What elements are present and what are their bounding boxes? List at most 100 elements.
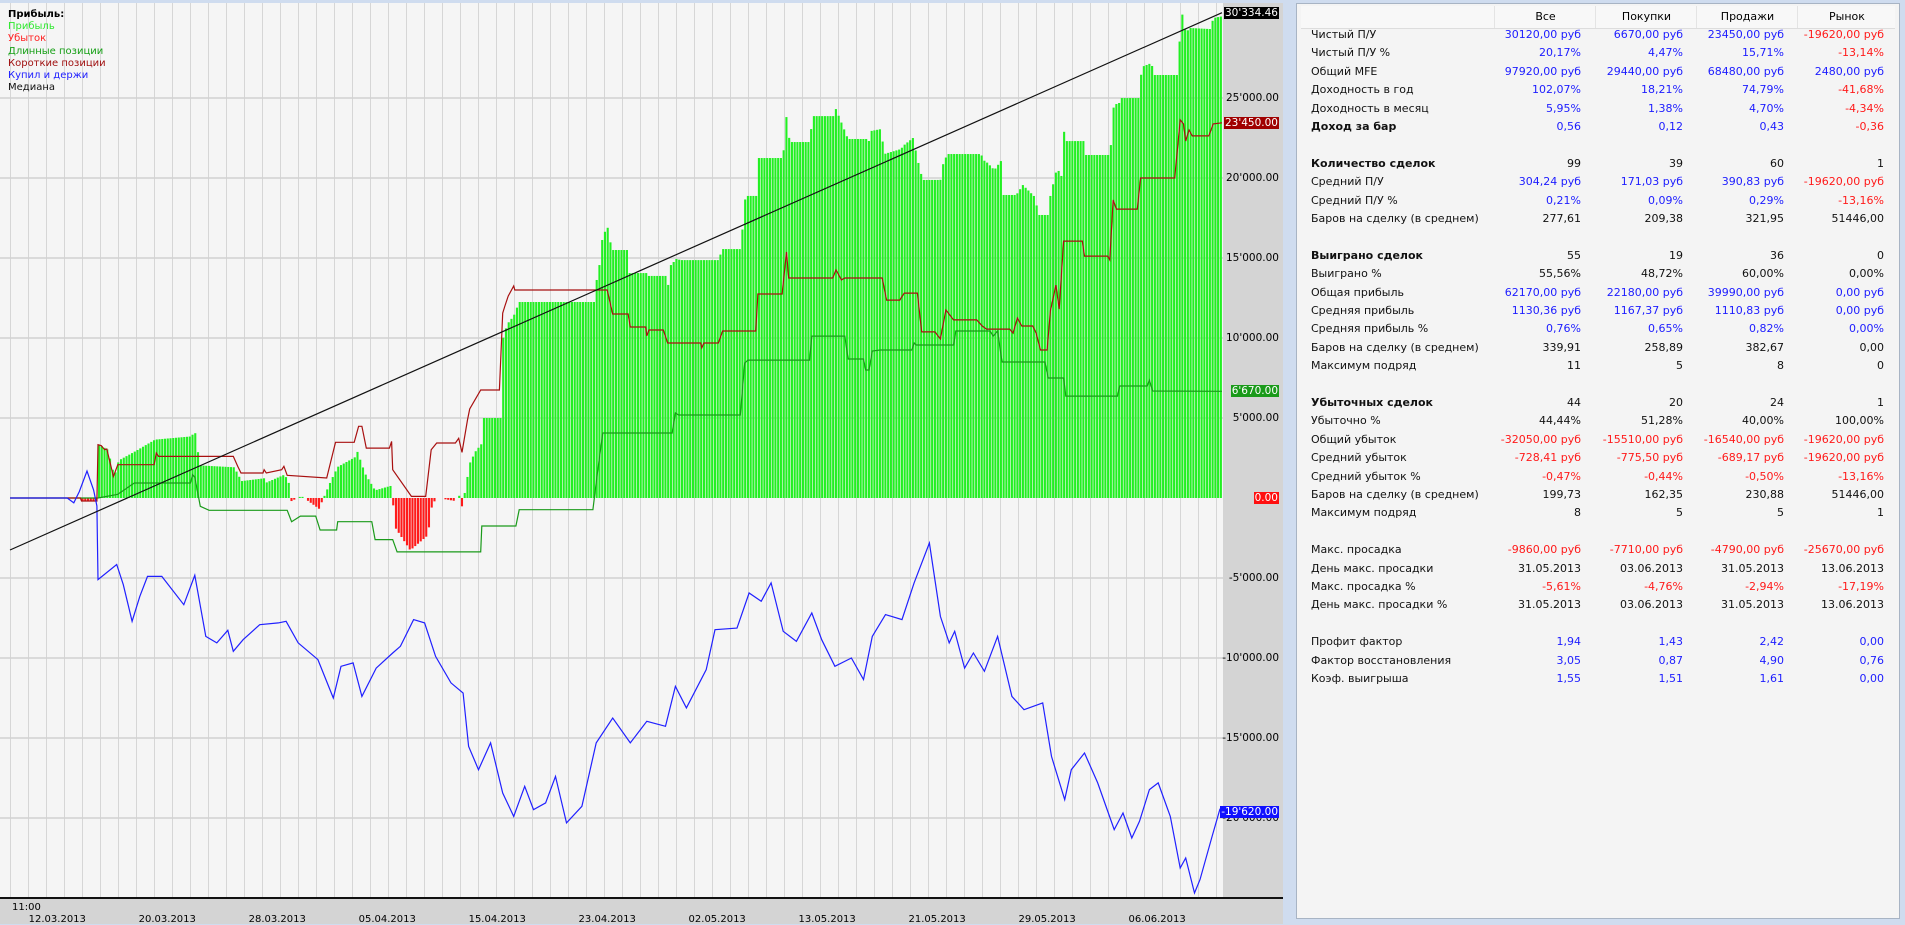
cell-value: 0,00 руб	[1835, 285, 1884, 299]
cell-value: 31.05.2013	[1721, 598, 1784, 612]
cell-value: -4790,00 руб	[1710, 543, 1784, 557]
profit-bar	[683, 260, 686, 498]
profit-bar	[647, 275, 650, 498]
profit-bar	[856, 138, 859, 498]
profit-bar	[1126, 98, 1129, 498]
profit-bar	[763, 158, 766, 498]
profit-bar	[1131, 98, 1134, 498]
profit-bar	[1112, 107, 1115, 498]
row-label: Баров на сделку (в среднем)	[1311, 212, 1479, 225]
profit-bar	[1217, 17, 1220, 498]
profit-bar	[983, 160, 986, 498]
cell-value: 1,94	[1556, 635, 1582, 649]
profit-bar	[653, 275, 656, 498]
profit-bar	[133, 451, 136, 498]
profit-bar	[430, 497, 433, 508]
cell-value: 99	[1567, 156, 1581, 170]
cell-value: -19620,00 руб	[1803, 28, 1884, 41]
profit-bar	[218, 466, 222, 498]
profit-bar	[1208, 29, 1211, 498]
x-tick-label: 29.05.2013	[1018, 914, 1076, 925]
cell-value: 29440,00 руб	[1606, 64, 1683, 78]
profit-bar	[606, 227, 609, 498]
profit-bar	[892, 151, 895, 498]
table-row: Фактор восстановления 3,05 0,87 4,90 0,76	[1297, 652, 1897, 670]
profit-bar	[975, 154, 978, 498]
profit-bar	[1162, 74, 1165, 498]
column-header[interactable]	[1301, 6, 1494, 28]
profit-bar	[727, 249, 730, 498]
row-label: Общий убыток	[1311, 432, 1397, 446]
profit-bar	[463, 492, 466, 498]
cell-value: 39990,00 руб	[1707, 285, 1784, 299]
last-value-marker: 30'334.46	[1224, 6, 1279, 19]
cell-value: 1,61	[1759, 672, 1785, 685]
last-value-marker: 23'450.00	[1224, 116, 1279, 129]
profit-bar	[515, 307, 519, 498]
profit-bar	[422, 497, 425, 540]
profit-bar	[290, 497, 293, 502]
profit-bar	[826, 116, 829, 498]
profit-bar	[1197, 28, 1200, 498]
profit-bar	[1129, 98, 1132, 498]
profit-bar	[1175, 74, 1178, 498]
profit-bar	[1005, 194, 1008, 498]
table-row: Баров на сделку (в среднем) 277,61 209,38 3…	[1297, 210, 1897, 228]
profit-bar	[837, 115, 840, 498]
profit-bar	[686, 260, 689, 498]
cell-value: -17,19%	[1838, 580, 1884, 593]
profit-bar	[1057, 170, 1060, 498]
cell-value: 171,03 руб	[1620, 175, 1683, 189]
cell-value: 1,55	[1556, 672, 1582, 685]
profit-bar	[540, 302, 543, 498]
profit-bar	[581, 302, 585, 498]
table-row: Баров на сделку (в среднем) 199,73 162,35 2…	[1297, 486, 1897, 504]
profit-bar	[199, 465, 202, 498]
column-header[interactable]: Покупки	[1595, 6, 1697, 28]
profit-bar	[614, 250, 618, 498]
row-label: Средняя прибыль %	[1311, 322, 1429, 336]
profit-bar	[573, 302, 576, 498]
x-axis[interactable]: 11:00 12.03.2013 20.03.2013 28.03.2013 05.0…	[0, 897, 1283, 925]
profit-bar	[986, 162, 989, 498]
column-header[interactable]: Продажи	[1696, 6, 1798, 28]
profit-bar	[1142, 66, 1145, 498]
profit-bar	[658, 275, 661, 498]
cell-value: 0,09%	[1648, 193, 1683, 207]
profit-bar	[1178, 41, 1181, 498]
profit-bar	[1137, 98, 1140, 498]
profit-bar	[518, 302, 521, 498]
profit-bar	[169, 438, 172, 498]
profit-bar	[694, 260, 697, 498]
x-tick-label: 20.03.2013	[138, 914, 196, 925]
profit-bar	[903, 144, 906, 498]
profit-bar	[1164, 74, 1167, 498]
profit-bar	[491, 418, 494, 498]
series-line-Купил и держи	[10, 469, 1223, 895]
y-tick-label: -15'000.00	[1222, 731, 1279, 744]
profit-bar	[279, 476, 282, 498]
column-header[interactable]: Рынок	[1797, 6, 1896, 28]
cell-value: 0,29%	[1749, 193, 1784, 207]
y-axis[interactable]: 25'000.00 20'000.00 15'000.00 10'000.00 5'00…	[1220, 3, 1283, 897]
profit-bar	[735, 249, 738, 498]
x-axis-time-label: 11:00	[12, 902, 41, 913]
profit-bar	[821, 116, 824, 498]
plot-area[interactable]: Прибыль: Прибыль Убыток Длинные позиции Кор…	[0, 3, 1223, 897]
profit-bar	[752, 195, 755, 498]
profit-bar	[375, 489, 378, 498]
profit-bar	[859, 138, 862, 498]
column-header[interactable]: Все	[1494, 6, 1596, 28]
profit-bar	[524, 302, 527, 498]
table-row: Максимум подряд 11 5 8 0	[1297, 357, 1897, 375]
profit-bar	[309, 497, 312, 503]
profit-bar	[427, 497, 431, 528]
cell-value: 48,72%	[1641, 267, 1683, 281]
profit-bar	[680, 260, 683, 498]
legend-item: Короткие позиции	[8, 57, 106, 69]
cell-value: 5,95%	[1546, 101, 1581, 115]
cell-value: -5,61%	[1542, 580, 1581, 593]
profit-bar	[469, 462, 472, 498]
cell-value: -689,17 руб	[1717, 451, 1784, 465]
cell-value: -13,16%	[1838, 193, 1884, 207]
